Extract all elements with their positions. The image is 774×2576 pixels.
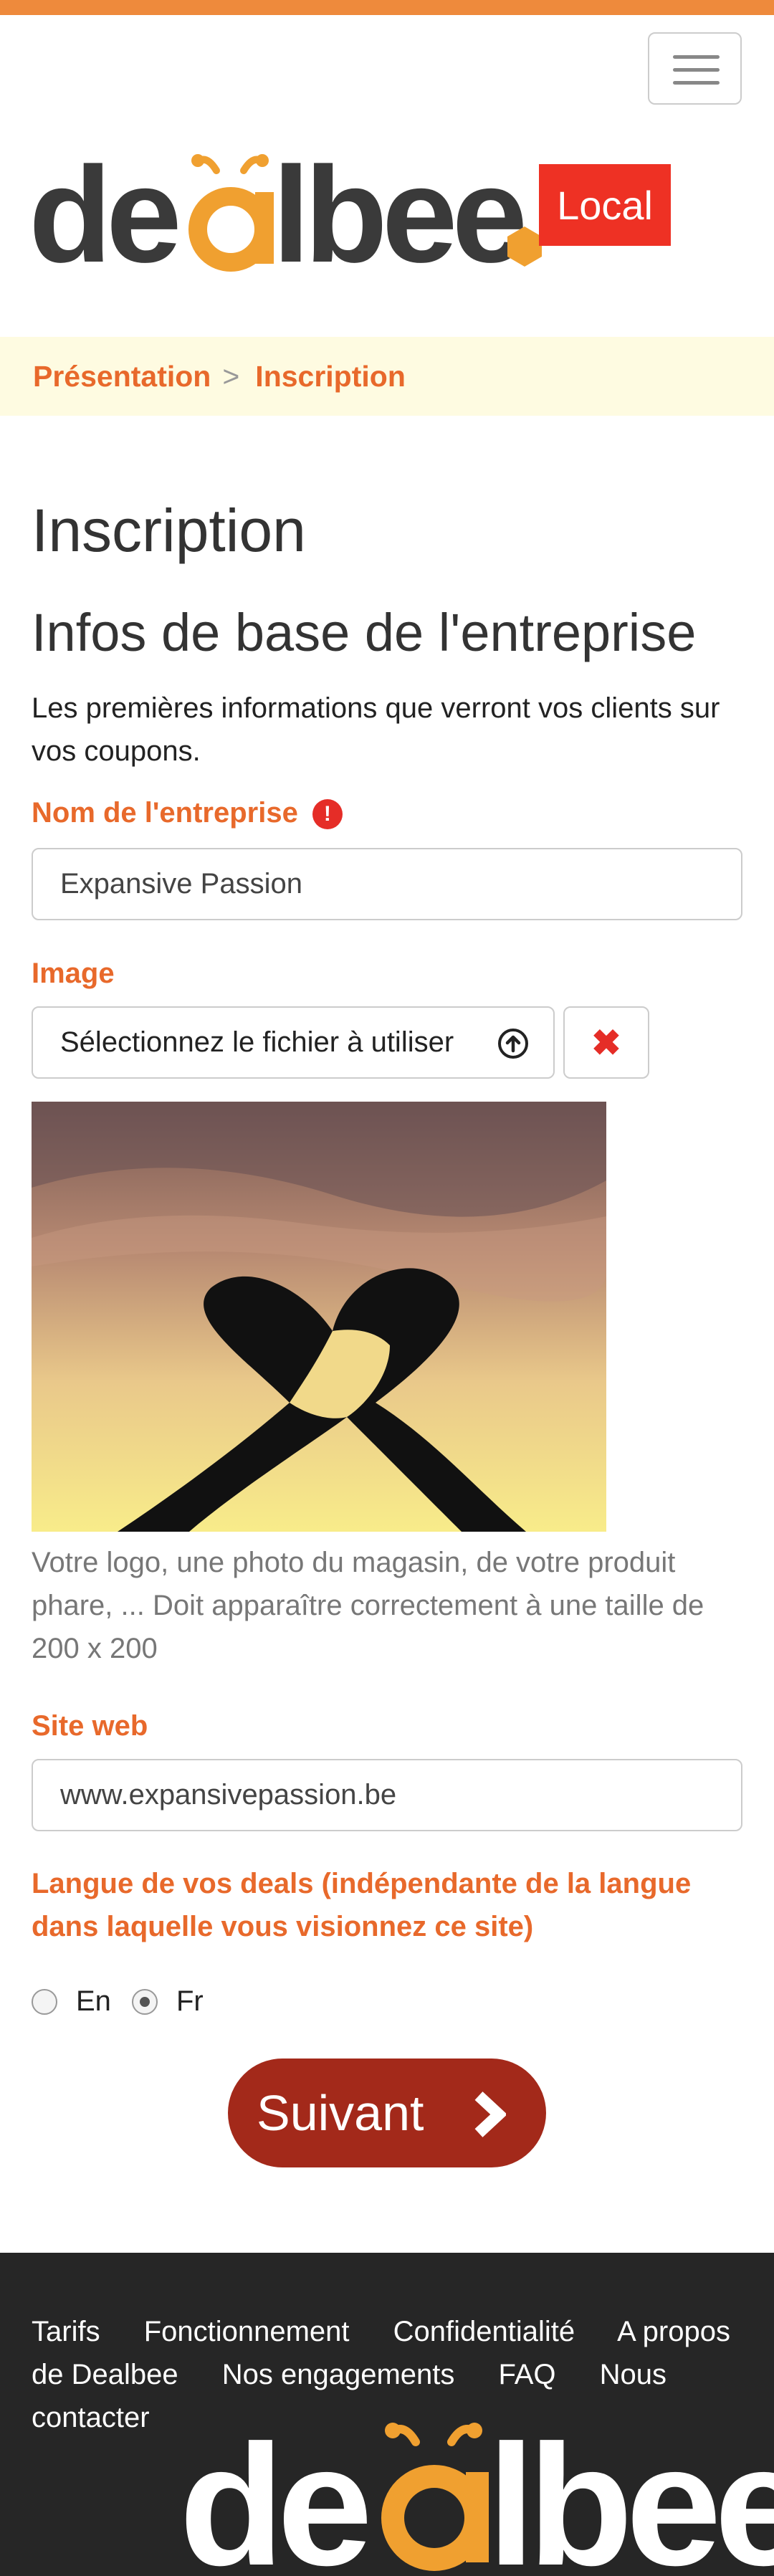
company-name-label-text: Nom de l'entreprise	[32, 797, 298, 829]
svg-text:de: de	[179, 2410, 368, 2575]
footer-link-faq[interactable]: FAQ	[499, 2359, 556, 2390]
intro-text: Les premières informations que verront v…	[32, 692, 720, 767]
radio-fr-label: Fr	[176, 1985, 204, 2017]
file-select-label: Sélectionnez le fichier à utiliser	[60, 1026, 454, 1058]
image-help-text: Votre logo, une photo du magasin, de vot…	[32, 1547, 704, 1664]
chevron-right-icon	[474, 2091, 506, 2137]
language-option-en[interactable]: En	[32, 1985, 111, 2018]
footer-dealbee-logo: de lbee	[179, 2410, 774, 2575]
language-label: Langue de vos deals (indépendante de la …	[32, 1868, 692, 1942]
company-name-label: Nom de l'entreprise!	[32, 797, 343, 829]
exclamation-circle-icon: !	[312, 799, 343, 829]
local-badge: Local	[539, 164, 671, 246]
breadcrumb-item-presentation[interactable]: Présentation	[33, 360, 211, 393]
upload-circle-icon	[498, 1029, 528, 1059]
breadcrumb-item-inscription[interactable]: Inscription	[255, 360, 406, 393]
uploaded-image-preview	[32, 1102, 606, 1532]
svg-text:lbee: lbee	[272, 151, 524, 272]
dealbee-logo[interactable]: de lbee	[29, 151, 545, 272]
next-button-label: Suivant	[257, 2085, 424, 2141]
footer-link-tarifs[interactable]: Tarifs	[32, 2316, 100, 2347]
footer-link-confidentialite[interactable]: Confidentialité	[393, 2316, 575, 2347]
website-label: Site web	[32, 1710, 148, 1742]
footer-link-engagements[interactable]: Nos engagements	[222, 2359, 455, 2390]
next-button[interactable]: Suivant	[228, 2059, 546, 2167]
top-accent-bar	[0, 0, 774, 15]
radio-en-label: En	[76, 1985, 111, 2017]
page-title: Inscription	[32, 497, 306, 564]
clear-image-button[interactable]: ✖	[563, 1006, 649, 1079]
footer-link-fonctionnement[interactable]: Fonctionnement	[144, 2316, 350, 2347]
footer: Tarifs Fonctionnement Confidentialité A …	[0, 2253, 774, 2576]
section-title: Infos de base de l'entreprise	[32, 603, 697, 662]
radio-en[interactable]	[32, 1988, 57, 2015]
svg-text:de: de	[29, 151, 178, 272]
hamburger-menu-icon[interactable]	[648, 32, 742, 105]
file-select-button[interactable]: Sélectionnez le fichier à utiliser	[32, 1006, 555, 1079]
close-x-icon: ✖	[591, 1022, 621, 1063]
svg-text:lbee: lbee	[487, 2410, 774, 2575]
website-input[interactable]: www.expansivepassion.be	[32, 1759, 742, 1831]
company-name-input[interactable]: Expansive Passion	[32, 848, 742, 920]
radio-fr[interactable]	[132, 1988, 158, 2015]
language-option-fr[interactable]: Fr	[132, 1985, 204, 2018]
breadcrumb-separator: >	[222, 359, 240, 393]
breadcrumb: Présentation > Inscription	[0, 337, 774, 416]
image-label: Image	[32, 958, 115, 989]
